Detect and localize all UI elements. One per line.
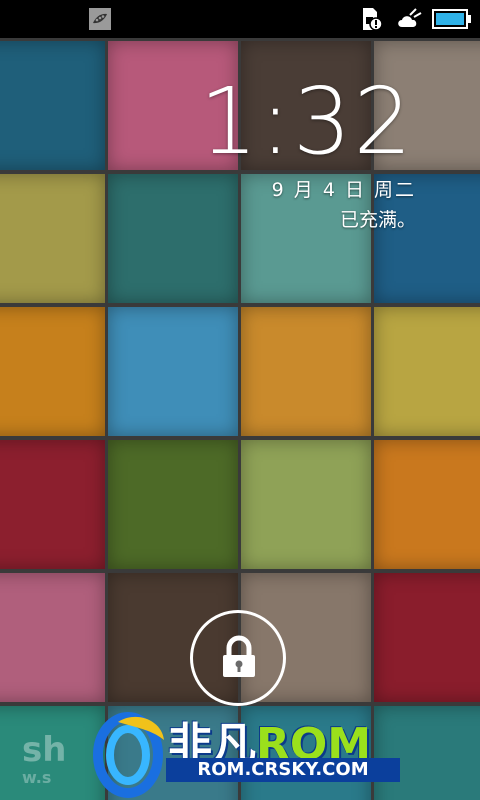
wallpaper-tile xyxy=(108,440,238,569)
wallpaper-tile xyxy=(374,307,480,436)
wallpaper-tile xyxy=(0,307,105,436)
status-bar xyxy=(0,0,480,38)
notification-app-icon[interactable] xyxy=(88,7,112,35)
watermark-left-subtext: w.s xyxy=(22,768,52,787)
wallpaper-tile xyxy=(374,573,480,702)
clock: 1:32 xyxy=(199,68,414,175)
charging-status: 已充满。 xyxy=(339,209,416,231)
wallpaper-tile xyxy=(108,307,238,436)
date-label: 9 月 4 日 周二 xyxy=(271,179,416,201)
watermark-left-text: sh xyxy=(22,730,67,770)
sim-alert-icon xyxy=(359,7,383,35)
wallpaper-tile xyxy=(241,440,371,569)
padlock-icon xyxy=(223,635,255,677)
brand-logo-icon xyxy=(93,712,164,798)
wallpaper-tile xyxy=(0,41,105,170)
watermark-url: ROM.CRSKY.COM xyxy=(166,758,400,782)
wallpaper-tile xyxy=(108,174,238,303)
wallpaper-tile xyxy=(0,174,105,303)
wallpaper-tile xyxy=(241,307,371,436)
wallpaper-tile xyxy=(0,573,105,702)
battery-icon xyxy=(432,9,472,33)
wallpaper-tile xyxy=(374,440,480,569)
wallpaper-tile xyxy=(0,440,105,569)
weather-icon xyxy=(396,7,424,35)
watermark: sh w.s 非凡ROM ROM.CRSKY.COM xyxy=(0,690,480,800)
